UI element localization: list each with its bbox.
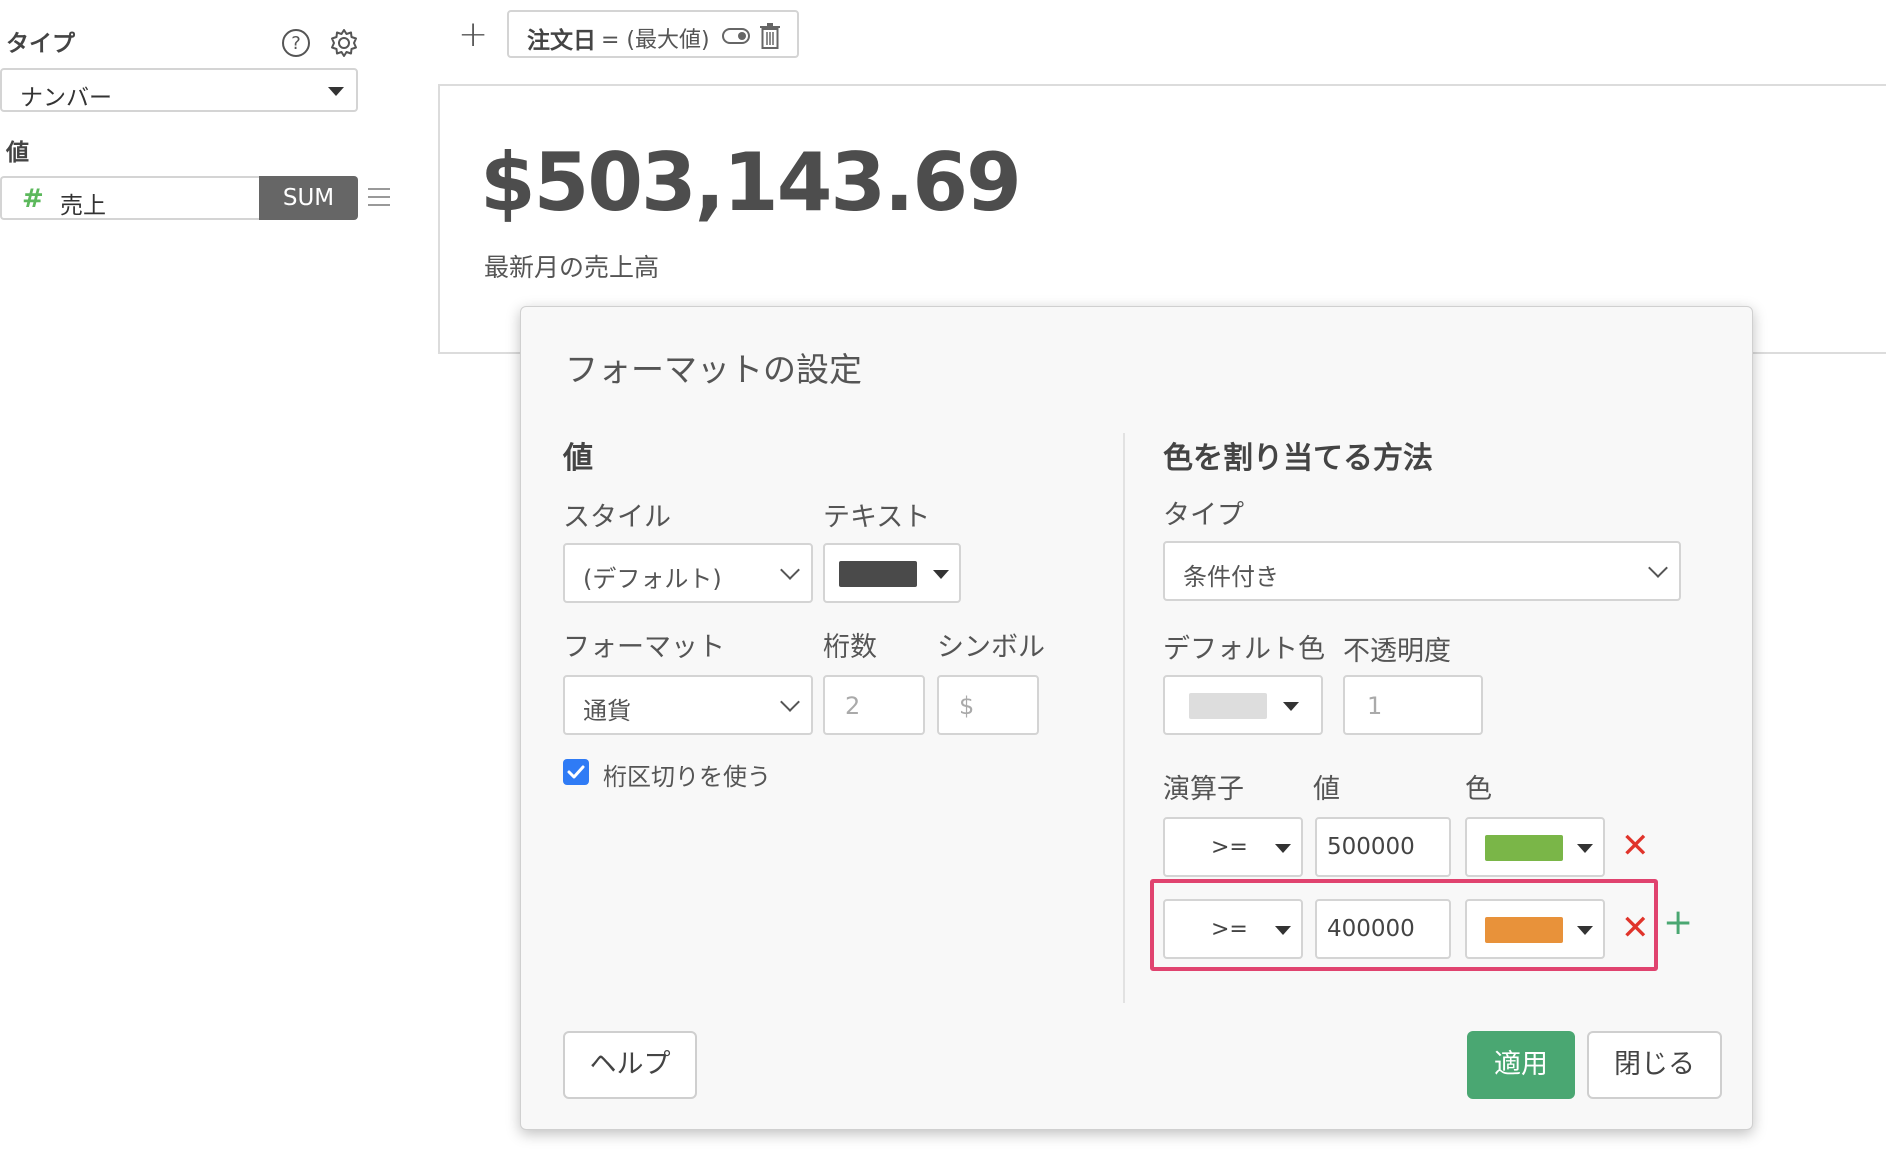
digits-label: 桁数	[823, 632, 877, 663]
chevron-down-icon	[1283, 702, 1299, 711]
help-button[interactable]: ヘルプ	[563, 1031, 697, 1099]
sidebar-value-field-name: 売上	[60, 193, 106, 219]
text-color-picker[interactable]	[823, 543, 961, 603]
metric-caption: 最新月の売上高	[484, 253, 660, 282]
add-filter-button[interactable]: +	[458, 14, 488, 55]
rule-1-color-picker[interactable]	[1465, 817, 1605, 877]
filter-chip[interactable]: 注文日 = (最大値)	[507, 10, 799, 58]
rule-1-operator-select[interactable]: >=	[1163, 817, 1303, 877]
value-section-title: 値	[563, 441, 593, 476]
chevron-down-icon	[933, 570, 949, 579]
chevron-down-icon	[1577, 926, 1593, 935]
symbol-placeholder: $	[959, 692, 975, 720]
rule-color-label: 色	[1465, 774, 1492, 805]
sidebar-type-value: ナンバー	[20, 85, 112, 111]
symbol-label: シンボル	[937, 632, 1045, 663]
rule-1-color-swatch	[1485, 835, 1563, 861]
gear-icon[interactable]	[328, 27, 360, 59]
format-label: フォーマット	[563, 632, 725, 663]
opacity-placeholder: 1	[1367, 692, 1383, 720]
color-type-value: 条件付き	[1183, 563, 1279, 591]
sidebar-type-select[interactable]: ナンバー	[0, 68, 358, 112]
check-icon	[567, 765, 585, 779]
rule-1-operator: >=	[1211, 835, 1248, 860]
chevron-down-icon	[780, 560, 800, 580]
chevron-down-icon	[328, 87, 344, 96]
metric-value: $503,143.69	[480, 136, 1022, 229]
text-color-label: テキスト	[823, 502, 931, 533]
add-rule-icon[interactable]: +	[1663, 905, 1693, 941]
dialog-title: フォーマットの設定	[565, 350, 862, 389]
color-type-label: タイプ	[1163, 500, 1244, 531]
separator-label: 桁区切りを使う	[603, 763, 771, 791]
rule-2-value: 400000	[1327, 916, 1415, 942]
symbol-input[interactable]: $	[937, 675, 1039, 735]
rule-value-label: 値	[1313, 774, 1340, 805]
format-select-value: 通貨	[583, 697, 631, 725]
toggle-icon[interactable]	[722, 28, 750, 44]
drag-handle-icon[interactable]	[368, 188, 390, 206]
rule-2-value-input[interactable]: 400000	[1315, 899, 1451, 959]
chevron-down-icon	[1275, 844, 1291, 853]
default-color-label: デフォルト色	[1163, 634, 1325, 665]
chevron-down-icon	[1577, 844, 1593, 853]
filter-name: 注文日	[527, 28, 596, 54]
close-button[interactable]: 閉じる	[1587, 1031, 1722, 1099]
digits-placeholder: 2	[845, 692, 861, 720]
help-icon[interactable]: ?	[282, 29, 310, 57]
chevron-down-icon	[1275, 926, 1291, 935]
rule-2-operator: >=	[1211, 917, 1248, 942]
number-type-icon: #	[22, 184, 44, 214]
rule-1-value-input[interactable]: 500000	[1315, 817, 1451, 877]
opacity-input[interactable]: 1	[1343, 675, 1483, 735]
rule-1-value: 500000	[1327, 834, 1415, 860]
digits-input[interactable]: 2	[823, 675, 925, 735]
style-label: スタイル	[563, 502, 671, 533]
rule-2-color-picker[interactable]	[1465, 899, 1605, 959]
opacity-label: 不透明度	[1343, 636, 1451, 667]
format-dialog: フォーマットの設定 値 スタイル テキスト (デフォルト) フォーマット 桁数 …	[520, 306, 1753, 1130]
sidebar-type-label: タイプ	[6, 31, 75, 57]
filter-condition: = (最大値)	[601, 28, 710, 53]
sidebar-value-field[interactable]: # 売上	[0, 176, 260, 220]
style-select-value: (デフォルト)	[583, 565, 722, 593]
rule-2-operator-select[interactable]: >=	[1163, 899, 1303, 959]
chevron-down-icon	[780, 692, 800, 712]
apply-button[interactable]: 適用	[1467, 1031, 1575, 1099]
operator-label: 演算子	[1163, 774, 1244, 805]
color-assign-section-title: 色を割り当てる方法	[1163, 441, 1433, 476]
text-color-swatch	[839, 561, 917, 587]
aggregation-button[interactable]: SUM	[259, 176, 358, 220]
default-color-swatch	[1189, 693, 1267, 719]
color-type-select[interactable]: 条件付き	[1163, 541, 1681, 601]
rule-2-remove-icon[interactable]: ✕	[1621, 911, 1650, 945]
column-divider	[1123, 433, 1125, 1003]
default-color-picker[interactable]	[1163, 675, 1323, 735]
style-select[interactable]: (デフォルト)	[563, 543, 813, 603]
sidebar-value-label: 値	[6, 140, 29, 166]
format-select[interactable]: 通貨	[563, 675, 813, 735]
rule-1-remove-icon[interactable]: ✕	[1621, 829, 1650, 863]
rule-2-color-swatch	[1485, 917, 1563, 943]
trash-icon[interactable]	[759, 23, 781, 49]
separator-checkbox[interactable]	[563, 759, 589, 785]
chevron-down-icon	[1648, 558, 1668, 578]
